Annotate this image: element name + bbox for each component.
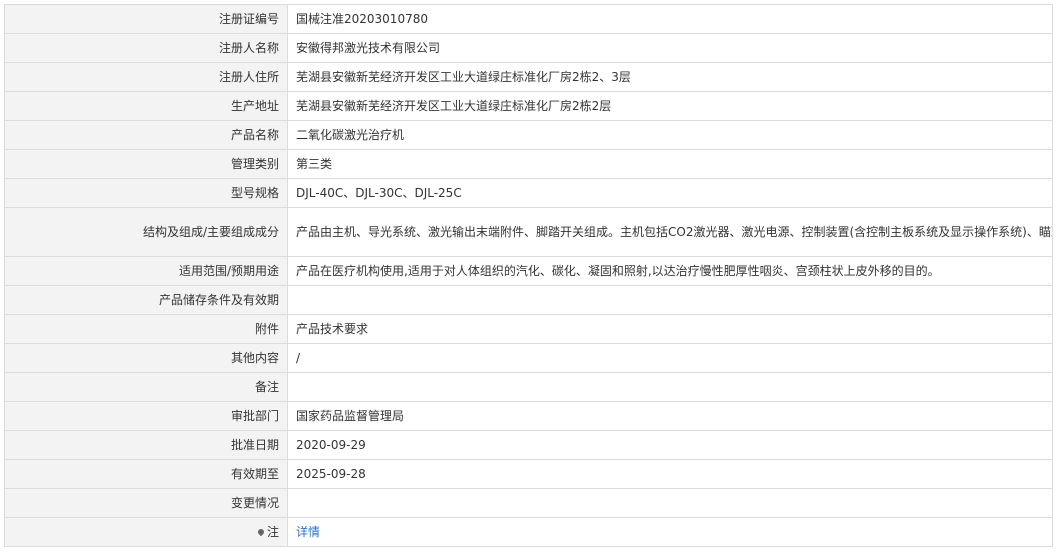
row-label: 注册证编号 [4,4,288,34]
table-row: 备注 [4,372,1053,402]
row-value: / [287,343,1053,373]
table-row: 适用范围/预期用途 产品在医疗机构使用,适用于对人体组织的汽化、碳化、凝固和照射… [4,256,1053,286]
note-value-cell: 详情 [287,517,1053,547]
note-label: 注 [266,525,279,539]
registration-detail-panel: 注册证编号 国械注准20203010780 注册人名称 安徽得邦激光技术有限公司… [4,4,1053,547]
row-value: 国械注准20203010780 [287,4,1053,34]
row-value: 产品技术要求 [287,314,1053,344]
pin-icon [256,527,266,537]
row-value: 芜湖县安徽新芜经济开发区工业大道绿庄标准化厂房2栋2层 [287,91,1053,121]
table-row: 产品储存条件及有效期 [4,285,1053,315]
table-row: 结构及组成/主要组成成分 产品由主机、导光系统、激光输出末端附件、脚踏开关组成。… [4,207,1053,257]
row-label: 变更情况 [4,488,288,518]
row-label: 产品名称 [4,120,288,150]
row-value: 二氧化碳激光治疗机 [287,120,1053,150]
row-value [287,372,1053,402]
row-value: 芜湖县安徽新芜经济开发区工业大道绿庄标准化厂房2栋2、3层 [287,62,1053,92]
table-row: 注册证编号 国械注准20203010780 [4,4,1053,34]
row-label: 型号规格 [4,178,288,208]
note-row: 注 详情 [4,517,1053,547]
row-value: 产品在医疗机构使用,适用于对人体组织的汽化、碳化、凝固和照射,以达治疗慢性肥厚性… [287,256,1053,286]
row-value [287,488,1053,518]
row-value: 产品由主机、导光系统、激光输出末端附件、脚踏开关组成。主机包括CO2激光器、激光… [287,207,1053,257]
row-value: 第三类 [287,149,1053,179]
table-row: 其他内容 / [4,343,1053,373]
row-label: 审批部门 [4,401,288,431]
row-value: 国家药品监督管理局 [287,401,1053,431]
table-row: 注册人住所 芜湖县安徽新芜经济开发区工业大道绿庄标准化厂房2栋2、3层 [4,62,1053,92]
table-row: 变更情况 [4,488,1053,518]
row-label: 备注 [4,372,288,402]
row-label: 附件 [4,314,288,344]
table-row: 附件 产品技术要求 [4,314,1053,344]
row-value: 安徽得邦激光技术有限公司 [287,33,1053,63]
table-row: 有效期至 2025-09-28 [4,459,1053,489]
row-label: 管理类别 [4,149,288,179]
table-row: 审批部门 国家药品监督管理局 [4,401,1053,431]
row-label: 注册人住所 [4,62,288,92]
row-label: 适用范围/预期用途 [4,256,288,286]
row-label: 产品储存条件及有效期 [4,285,288,315]
table-row: 批准日期 2020-09-29 [4,430,1053,460]
detail-link[interactable]: 详情 [296,525,320,539]
row-value: DJL-40C、DJL-30C、DJL-25C [287,178,1053,208]
table-row: 型号规格 DJL-40C、DJL-30C、DJL-25C [4,178,1053,208]
table-row: 产品名称 二氧化碳激光治疗机 [4,120,1053,150]
row-value: 2025-09-28 [287,459,1053,489]
note-label-cell: 注 [4,517,288,547]
table-row: 管理类别 第三类 [4,149,1053,179]
row-label: 批准日期 [4,430,288,460]
row-label: 其他内容 [4,343,288,373]
table-row: 注册人名称 安徽得邦激光技术有限公司 [4,33,1053,63]
row-value [287,285,1053,315]
row-value: 2020-09-29 [287,430,1053,460]
row-label: 结构及组成/主要组成成分 [4,207,288,257]
row-label: 有效期至 [4,459,288,489]
row-label: 注册人名称 [4,33,288,63]
table-row: 生产地址 芜湖县安徽新芜经济开发区工业大道绿庄标准化厂房2栋2层 [4,91,1053,121]
row-label: 生产地址 [4,91,288,121]
registration-detail-table: 注册证编号 国械注准20203010780 注册人名称 安徽得邦激光技术有限公司… [4,4,1053,547]
